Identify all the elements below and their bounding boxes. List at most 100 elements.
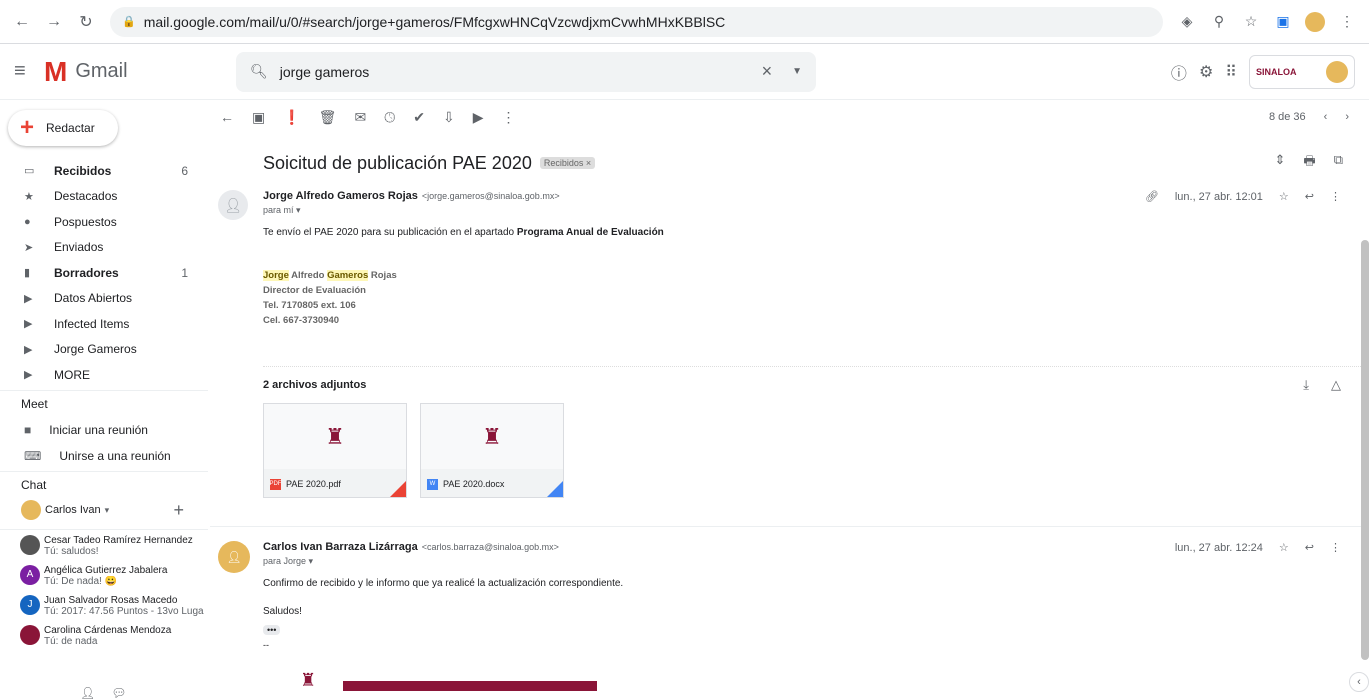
main-menu-icon[interactable]: ≡: [14, 60, 44, 83]
apps-grid-icon[interactable]: ⠿: [1225, 62, 1237, 82]
sidebar-item-infected-items[interactable]: ▶ Infected Items: [0, 311, 208, 337]
attachment-name: PAE 2020.docx: [443, 479, 505, 489]
address-bar[interactable]: 🔒 mail.google.com/mail/u/0/#search/jorge…: [110, 6, 1163, 37]
chat-conversation[interactable]: Cesar Tadeo Ramírez Hernandez Tú: saludo…: [0, 530, 208, 560]
side-panel-toggle-icon[interactable]: ‹: [1349, 672, 1369, 692]
sidebar-item-datos-abiertos[interactable]: ▶ Datos Abiertos: [0, 286, 208, 312]
sender-name[interactable]: Carlos Ivan Barraza Lizárraga: [263, 541, 418, 553]
settings-gear-icon[interactable]: ⚙: [1199, 62, 1213, 82]
zoom-icon[interactable]: ⚲: [1205, 8, 1233, 36]
account-avatar: [1326, 60, 1348, 83]
reply-icon[interactable]: ↩: [1305, 190, 1314, 203]
add-task-icon[interactable]: ✔: [413, 109, 425, 126]
expand-all-icon[interactable]: ⇕: [1275, 152, 1286, 174]
chat-conversation[interactable]: A Angélica Gutierrez Jabalera Tú: De nad…: [0, 560, 208, 590]
account-switcher[interactable]: SINALOA: [1249, 54, 1355, 89]
star-toggle-icon[interactable]: ☆: [1279, 541, 1289, 554]
chat-bubble-icon[interactable]: 💬︎: [111, 686, 126, 700]
attachment-thumbnail: ♜: [421, 404, 563, 469]
compose-button[interactable]: + Redactar: [8, 110, 118, 146]
message-1: 👤︎ Jorge Alfredo Gameros Rojas <jorge.ga…: [210, 190, 1369, 498]
sig-tel: Tel. 7170805 ext. 106: [263, 300, 356, 311]
sidebar-item-label: MORE: [54, 367, 90, 382]
clear-search-icon[interactable]: ×: [762, 61, 773, 82]
search-options-icon[interactable]: ▼: [792, 66, 802, 77]
search-icon[interactable]: 🔍︎: [250, 63, 268, 80]
new-chat-plus-icon[interactable]: +: [173, 500, 184, 521]
gmail-logo[interactable]: M Gmail: [44, 56, 224, 88]
message-more-icon[interactable]: ⋮: [1330, 541, 1341, 554]
recipient-line[interactable]: para mí ▾: [263, 205, 1369, 216]
message-more-icon[interactable]: ⋮: [1330, 190, 1341, 203]
search-input[interactable]: jorge gameros: [280, 64, 762, 80]
browser-menu-icon[interactable]: ⋮: [1333, 8, 1361, 36]
show-trimmed-content-button[interactable]: •••: [263, 625, 281, 635]
search-bar[interactable]: 🔍︎ jorge gameros × ▼: [236, 51, 816, 92]
forward-icon[interactable]: →: [40, 8, 68, 36]
newer-chevron-icon[interactable]: ‹: [1324, 111, 1328, 123]
draft-icon: ▮: [24, 267, 31, 280]
open-new-window-icon[interactable]: ⧉: [1334, 152, 1343, 174]
recipient-line[interactable]: para Jorge ▾: [263, 556, 1369, 567]
start-meeting-label: Iniciar una reunión: [49, 422, 148, 437]
chat-user-avatar: [21, 500, 41, 520]
attachments-section: 2 archivos adjuntos ⤓ △ ♜ PDF PAE 2020.p…: [263, 366, 1369, 498]
star-toggle-icon[interactable]: ☆: [1279, 190, 1289, 203]
chat-conversation[interactable]: Carolina Cárdenas Mendoza Tú: de nada: [0, 620, 208, 650]
bookmark-star-icon[interactable]: ☆: [1237, 8, 1265, 36]
download-all-icon[interactable]: ⤓: [1303, 377, 1309, 393]
gmail-header: ≡ M Gmail 🔍︎ jorge gameros × ▼ ⓘ ⚙ ⠿ SIN…: [0, 44, 1369, 100]
sig-first-name: Jorge: [263, 270, 289, 281]
archive-icon[interactable]: ▣: [252, 109, 265, 126]
sig-title: Director de Evaluación: [263, 285, 366, 296]
sidebar-item-pospuestos[interactable]: ● Pospuestos: [0, 209, 208, 235]
gmail-m-icon: M: [44, 55, 68, 87]
mark-unread-icon[interactable]: ✉: [354, 109, 366, 126]
sender-name[interactable]: Jorge Alfredo Gameros Rojas: [263, 190, 418, 202]
sender-email: <carlos.barraza@sinaloa.gob.mx>: [421, 542, 559, 552]
join-meeting-item[interactable]: ⌨ Unirse a una reunión: [0, 443, 208, 469]
chat-current-user[interactable]: Carlos Ivan ▾ +: [0, 498, 208, 521]
url-text: mail.google.com/mail/u/0/#search/jorge+g…: [143, 13, 726, 30]
snooze-icon[interactable]: 🕓︎: [384, 109, 395, 126]
file-type-icon: W: [427, 478, 438, 490]
start-meeting-item[interactable]: ■ Iniciar una reunión: [0, 417, 208, 443]
report-spam-icon[interactable]: ❗: [283, 109, 300, 126]
extension-icon[interactable]: ◈: [1173, 8, 1201, 36]
file-corner-fold: [390, 481, 406, 497]
attachment-card[interactable]: ♜ W PAE 2020.docx: [420, 403, 564, 498]
more-options-icon[interactable]: ⋮: [502, 109, 516, 126]
save-to-drive-icon[interactable]: △: [1331, 377, 1341, 393]
sidebar-item-jorge-gameros[interactable]: ▶ Jorge Gameros: [0, 337, 208, 363]
delete-icon[interactable]: 🗑︎: [319, 109, 337, 126]
move-to-icon[interactable]: ⇩: [443, 109, 455, 126]
older-chevron-icon[interactable]: ›: [1345, 111, 1349, 123]
keyboard-icon: ⌨: [24, 448, 42, 463]
back-icon[interactable]: ←: [8, 8, 36, 36]
sidebar-item-destacados[interactable]: ★ Destacados: [0, 184, 208, 210]
reply-icon[interactable]: ↩: [1305, 541, 1314, 554]
print-icon[interactable]: 🖶: [1303, 152, 1315, 174]
back-to-list-icon[interactable]: ←: [220, 109, 234, 125]
reload-icon[interactable]: ↻: [72, 8, 100, 36]
sidebar-item-recibidos[interactable]: ▭ Recibidos 6: [0, 158, 208, 184]
label-icon[interactable]: ▶: [473, 109, 484, 126]
cast-icon[interactable]: ▣: [1269, 8, 1297, 36]
sidebar-item-more[interactable]: ▶ MORE: [0, 362, 208, 388]
sidebar-item-label: Borradores: [54, 265, 119, 280]
app-name: Gmail: [75, 60, 128, 82]
attachment-clip-icon: 🔗︎: [1144, 191, 1159, 203]
attachment-card[interactable]: ♜ PDF PAE 2020.pdf: [263, 403, 407, 498]
chevron-down-icon[interactable]: ▾: [105, 505, 110, 516]
scrollbar[interactable]: [1361, 240, 1369, 660]
sender-email: <jorge.gameros@sinaloa.gob.mx>: [421, 191, 560, 201]
chat-snippet: Tú: de nada: [44, 635, 98, 647]
help-icon[interactable]: ⓘ: [1171, 60, 1187, 84]
sidebar-item-borradores[interactable]: ▮ Borradores 1: [0, 260, 208, 286]
sidebar-item-enviados[interactable]: ➤ Enviados: [0, 235, 208, 261]
contacts-icon[interactable]: 👤︎: [80, 686, 95, 700]
inbox-label-chip[interactable]: Recibidos ×: [539, 157, 596, 169]
chat-conversation[interactable]: J Juan Salvador Rosas Macedo Tú: 2017: 4…: [0, 590, 208, 620]
pagination-text: 8 de 36: [1268, 111, 1306, 123]
profile-avatar[interactable]: [1301, 8, 1329, 36]
